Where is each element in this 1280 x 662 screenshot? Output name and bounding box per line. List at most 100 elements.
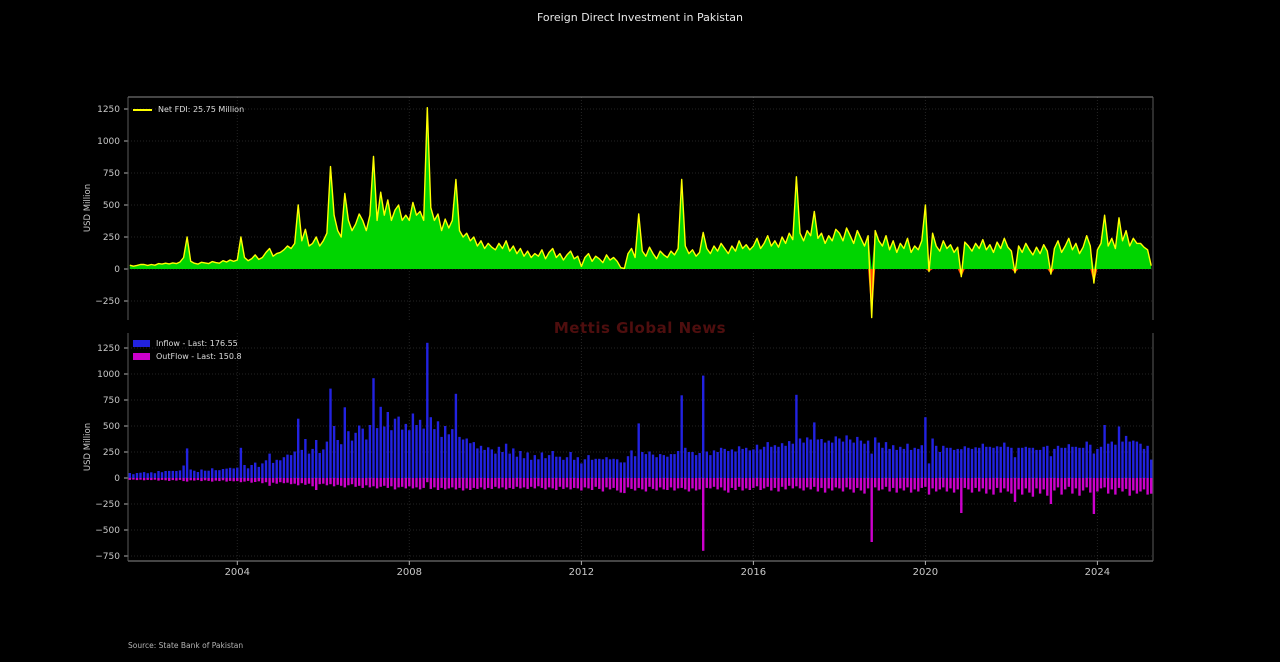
outflow-bar	[311, 478, 314, 487]
inflow-bar	[175, 471, 178, 478]
outflow-bar	[780, 478, 784, 487]
outflow-bar	[866, 478, 870, 489]
inflow-bar	[426, 342, 429, 478]
inflow-bar	[1021, 447, 1024, 478]
outflow-bar	[741, 478, 744, 491]
outflow-bar	[1074, 478, 1078, 489]
inflow-bar	[225, 468, 228, 478]
outflow-bar	[691, 478, 694, 489]
outflow-bar	[884, 478, 888, 487]
inflow-bar	[573, 459, 576, 478]
outflow-bar	[716, 478, 719, 490]
inflow-bar	[411, 413, 415, 478]
outflow-bar	[1046, 478, 1049, 496]
inflow-bar	[820, 439, 823, 478]
inflow-bar	[590, 459, 594, 478]
outflow-bar	[745, 478, 748, 489]
inflow-bar	[906, 443, 909, 478]
inflow-bar	[429, 417, 432, 478]
outflow-bar	[1006, 478, 1010, 492]
outflow-bar	[795, 478, 798, 487]
inflow-bar	[404, 423, 407, 478]
inflow-bar	[379, 406, 382, 478]
inflow-bar	[866, 440, 870, 478]
outflow-bar	[236, 478, 239, 482]
inflow-bar	[755, 444, 759, 478]
outflow-bar	[160, 478, 164, 480]
inflow-bar	[268, 453, 271, 478]
y-tick-label: 1250	[97, 344, 120, 354]
y-tick-label: −250	[95, 500, 120, 510]
outflow-bar	[659, 478, 662, 488]
outflow-bar	[487, 478, 490, 488]
inflow-bar	[239, 447, 243, 478]
outflow-bar	[297, 478, 300, 486]
outflow-bar	[347, 478, 350, 486]
inflow-bar	[931, 438, 934, 478]
outflow-bar	[723, 478, 726, 491]
outflow-bar	[1142, 478, 1146, 490]
outflow-bar	[279, 478, 282, 483]
outflow-bar	[135, 478, 139, 481]
outflow-bar	[379, 478, 382, 487]
outflow-bar	[533, 478, 536, 489]
inflow-bar	[1085, 441, 1088, 478]
inflow-bar	[494, 453, 497, 478]
outflow-bar	[336, 478, 339, 485]
outflow-bar	[250, 478, 253, 483]
inflow-bar	[759, 449, 762, 478]
inflow-bar	[200, 469, 203, 478]
inflow-bar	[393, 418, 397, 478]
outflow-bar	[945, 478, 949, 492]
outflow-bar	[1031, 478, 1035, 497]
inflow-bar	[1010, 447, 1013, 478]
net-fdi-legend: Net FDI: 25.75 Million	[133, 104, 244, 116]
inflow-bar	[888, 448, 891, 478]
inflow-bar	[773, 445, 777, 478]
outflow-bar	[522, 478, 526, 488]
outflow-bar	[662, 478, 665, 490]
outflow-bar	[1056, 478, 1060, 488]
inflow-bar	[612, 458, 615, 478]
outflow-bar	[1003, 478, 1006, 489]
outflow-bar	[605, 478, 608, 488]
inflow-bar	[458, 436, 461, 478]
inflow-bar	[827, 440, 830, 478]
outflow-bar	[537, 478, 540, 487]
inflow-bar	[447, 434, 450, 478]
outflow-bar	[150, 478, 153, 481]
outflow-bar	[1121, 478, 1124, 492]
y-tick-label: −500	[95, 526, 120, 536]
outflow-bar	[203, 478, 207, 481]
outflow-bar	[128, 478, 131, 480]
inflow-bar	[271, 462, 275, 478]
outflow-bar	[246, 478, 250, 481]
inflow-bar	[139, 472, 142, 478]
outflow-bar	[626, 478, 630, 488]
inflow-bar	[655, 457, 658, 478]
outflow-bar	[447, 478, 450, 489]
outflow-bar	[558, 478, 562, 487]
inflow-bar	[1128, 441, 1131, 478]
inflow-bar	[365, 439, 368, 478]
outflow-bar	[221, 478, 225, 481]
outflow-bar	[264, 478, 268, 483]
outflow-bar	[497, 478, 501, 489]
outflow-bar	[196, 478, 200, 481]
inflow-bar	[816, 439, 820, 478]
outflow-bar	[641, 478, 644, 490]
outflow-bar	[906, 478, 909, 488]
inflow-bar	[383, 426, 386, 478]
inflow-bar	[135, 473, 139, 478]
inflow-bar	[329, 388, 332, 478]
outflow-bar	[315, 478, 318, 490]
outflow-bar	[404, 478, 407, 489]
inflow-bar	[315, 440, 318, 478]
inflow-bar	[1060, 447, 1063, 478]
inflow-bar	[325, 441, 329, 478]
inflow-bar	[1099, 446, 1103, 478]
outflow-bar	[1053, 478, 1056, 491]
inflow-bar	[193, 470, 196, 478]
outflow-bar	[555, 478, 558, 490]
inflow-bar	[558, 456, 562, 478]
